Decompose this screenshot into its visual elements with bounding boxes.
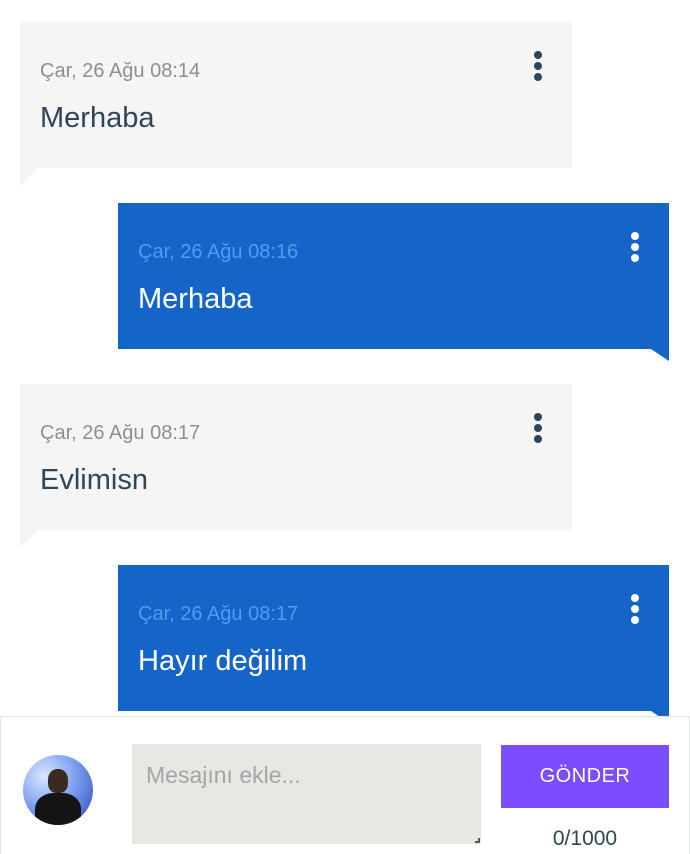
message-text: Merhaba — [138, 283, 253, 315]
more-vert-icon[interactable] — [528, 48, 548, 84]
more-vert-icon[interactable] — [625, 591, 645, 627]
message-input[interactable] — [132, 744, 481, 844]
message-composer: GÖNDER 0/1000 — [0, 716, 690, 854]
message-timestamp: Çar, 26 Ağu 08:14 — [40, 60, 201, 82]
message-bubble-incoming: Çar, 26 Ağu 08:17 Evlimisn — [20, 384, 572, 548]
message-text: Evlimisn — [40, 464, 148, 496]
message-bubble-outgoing: Çar, 26 Ağu 08:17 Hayır değilim — [118, 565, 669, 723]
chat-view: Çar, 26 Ağu 08:14 Merhaba Çar, 26 Ağu 08… — [0, 0, 690, 854]
message-bubble-incoming: Çar, 26 Ağu 08:14 Merhaba — [20, 22, 572, 186]
user-avatar[interactable] — [23, 755, 93, 825]
bubble-tail — [20, 168, 38, 186]
message-timestamp: Çar, 26 Ağu 08:17 — [138, 603, 299, 625]
character-counter: 0/1000 — [552, 827, 618, 850]
resize-handle-icon[interactable] — [475, 838, 480, 843]
send-button[interactable]: GÖNDER — [501, 745, 669, 808]
message-timestamp: Çar, 26 Ağu 08:16 — [138, 241, 299, 263]
message-text: Merhaba — [40, 102, 155, 134]
bubble-tail — [651, 349, 669, 361]
message-bubble-outgoing: Çar, 26 Ağu 08:16 Merhaba — [118, 203, 669, 361]
bubble-tail — [20, 530, 38, 548]
more-vert-icon[interactable] — [625, 229, 645, 265]
more-vert-icon[interactable] — [528, 410, 548, 446]
message-text: Hayır değilim — [138, 645, 308, 677]
message-timestamp: Çar, 26 Ağu 08:17 — [40, 422, 201, 444]
